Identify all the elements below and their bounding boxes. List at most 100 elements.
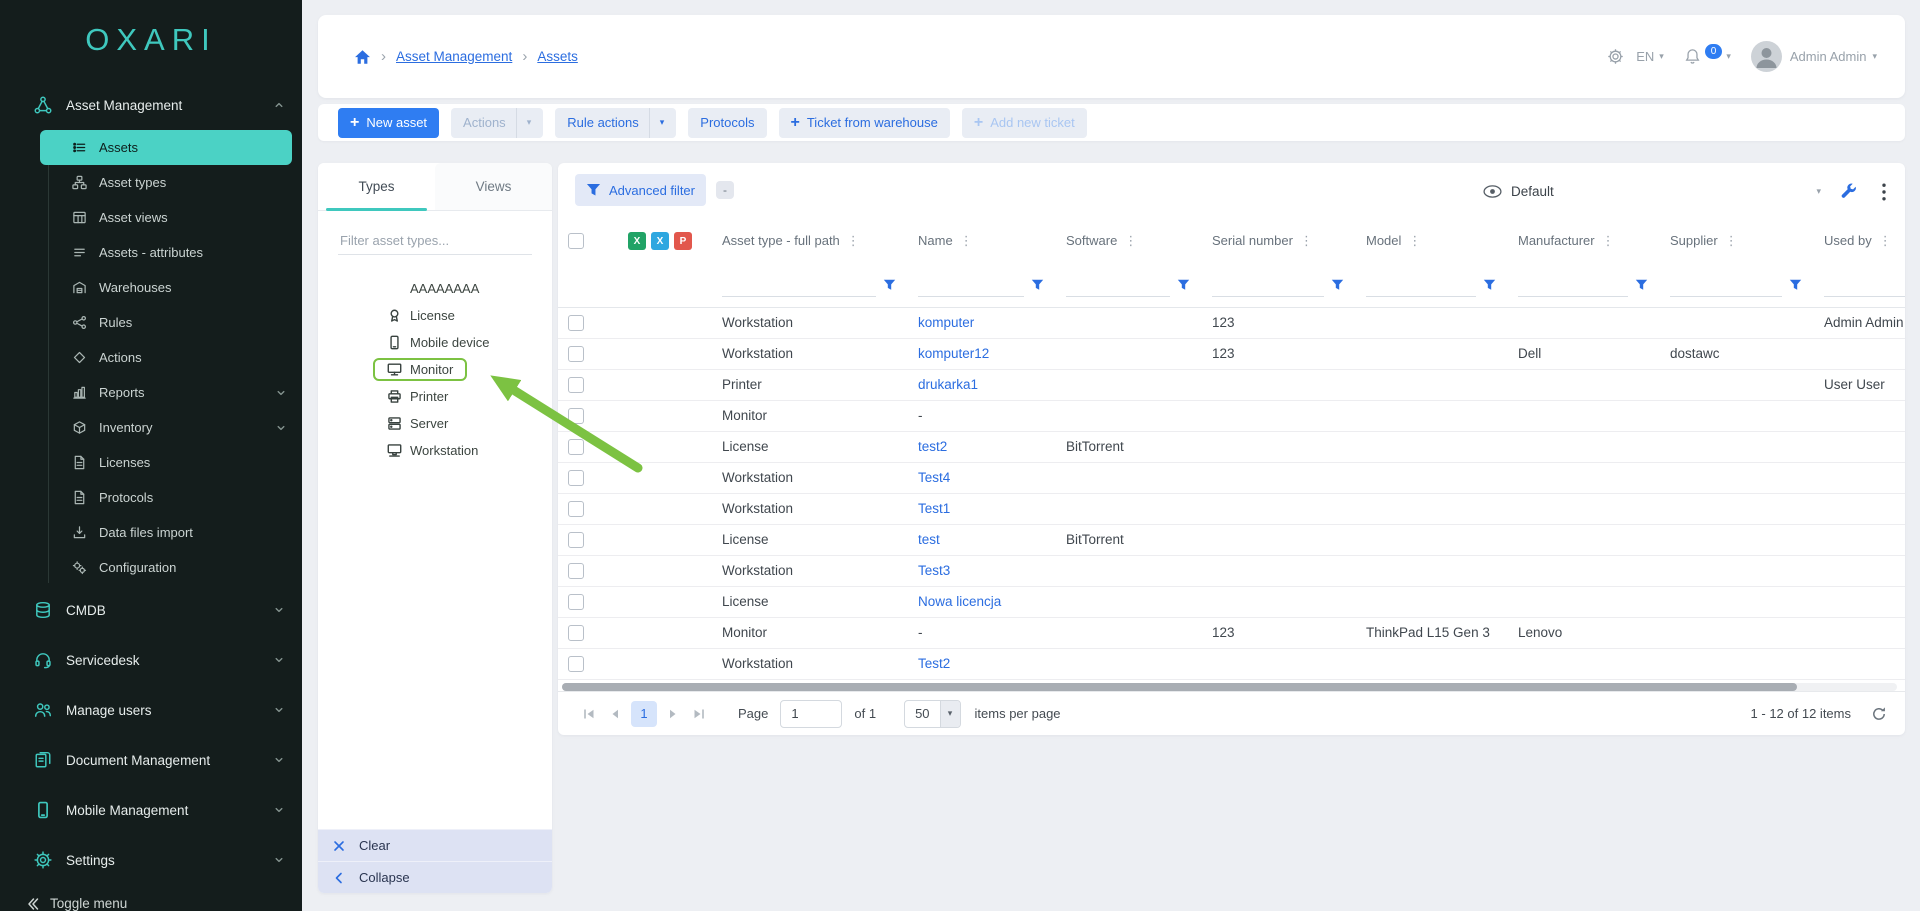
row-checkbox[interactable] [568, 501, 584, 517]
column-menu-icon[interactable]: ⋮ [960, 233, 973, 248]
protocols-button[interactable]: Protocols [688, 108, 766, 138]
refresh-icon[interactable] [1871, 706, 1887, 722]
tree-item-printer[interactable]: Printer [318, 383, 552, 410]
row-checkbox[interactable] [568, 532, 584, 548]
add-new-ticket-button[interactable]: +Add new ticket [962, 108, 1087, 138]
export-excel-icon[interactable]: X [628, 232, 646, 250]
export-pdf-icon[interactable]: P [674, 232, 692, 250]
filter-input-manufacturer[interactable] [1518, 273, 1628, 297]
asset-name-link[interactable]: Test3 [918, 563, 950, 578]
filter-funnel-icon[interactable] [1789, 279, 1802, 291]
asset-name-link[interactable]: Nowa licencja [918, 594, 1001, 609]
asset-name-link[interactable]: komputer12 [918, 346, 989, 361]
asset-name-link[interactable]: Test1 [918, 501, 950, 516]
asset-name-link[interactable]: test2 [918, 439, 947, 454]
actions-button[interactable]: Actions▾ [451, 108, 543, 138]
filter-input-asset-type-full-path[interactable] [722, 273, 876, 297]
column-menu-icon[interactable]: ⋮ [1602, 233, 1615, 248]
tree-item-monitor[interactable]: Monitor [318, 356, 552, 383]
row-checkbox[interactable] [568, 346, 584, 362]
language-selector[interactable]: EN ▾ [1636, 49, 1664, 64]
sidebar-item-licenses[interactable]: Licenses [40, 445, 292, 480]
sidebar-item-rules[interactable]: Rules [40, 305, 292, 340]
sidebar-item-assets[interactable]: Assets [40, 130, 292, 165]
sidebar-item-reports[interactable]: Reports [40, 375, 292, 410]
row-checkbox[interactable] [568, 656, 584, 672]
column-menu-icon[interactable]: ⋮ [847, 233, 860, 248]
row-checkbox[interactable] [568, 594, 584, 610]
sidebar-item-cmdb[interactable]: CMDB [0, 585, 302, 635]
column-menu-icon[interactable]: ⋮ [1300, 233, 1313, 248]
clear-button[interactable]: Clear [318, 829, 552, 861]
toggle-menu-button[interactable]: Toggle menu [0, 896, 302, 911]
row-checkbox[interactable] [568, 439, 584, 455]
sidebar-item-manage-users[interactable]: Manage users [0, 685, 302, 735]
sidebar-item-asset-management[interactable]: Asset Management [0, 80, 302, 130]
filter-funnel-icon[interactable] [883, 279, 896, 291]
asset-name-link[interactable]: komputer [918, 315, 974, 330]
filter-input-supplier[interactable] [1670, 273, 1782, 297]
sidebar-item-document-management[interactable]: Document Management [0, 735, 302, 785]
last-page-button[interactable] [686, 701, 712, 727]
sidebar-item-settings[interactable]: Settings [0, 835, 302, 885]
row-checkbox[interactable] [568, 377, 584, 393]
first-page-button[interactable] [576, 701, 602, 727]
tab-types[interactable]: Types [318, 163, 435, 210]
sidebar-item-servicedesk[interactable]: Servicedesk [0, 635, 302, 685]
row-checkbox[interactable] [568, 315, 584, 331]
row-checkbox[interactable] [568, 563, 584, 579]
grid-settings-button[interactable] [1834, 176, 1864, 206]
prev-page-button[interactable] [602, 701, 628, 727]
column-menu-icon[interactable]: ⋮ [1725, 233, 1738, 248]
sidebar-item-asset-views[interactable]: Asset views [40, 200, 292, 235]
sidebar-item-configuration[interactable]: Configuration [40, 550, 292, 585]
filter-input-name[interactable] [918, 273, 1024, 297]
page-size-select[interactable]: 50 ▾ [904, 700, 960, 728]
notifications-bell[interactable]: 0 ▾ [1684, 48, 1731, 65]
row-checkbox[interactable] [568, 470, 584, 486]
asset-name-link[interactable]: Test4 [918, 470, 950, 485]
ticket-from-warehouse-button[interactable]: +Ticket from warehouse [779, 108, 950, 138]
filter-funnel-icon[interactable] [1177, 279, 1190, 291]
filter-asset-types-input[interactable] [338, 227, 532, 255]
tree-item-license[interactable]: License [318, 302, 552, 329]
sidebar-item-asset-types[interactable]: Asset types [40, 165, 292, 200]
tree-item-workstation[interactable]: Workstation [318, 437, 552, 464]
sidebar-item-mobile-management[interactable]: Mobile Management [0, 785, 302, 835]
filter-funnel-icon[interactable] [1483, 279, 1496, 291]
filter-funnel-icon[interactable] [1635, 279, 1648, 291]
asset-name-link[interactable]: drukarka1 [918, 377, 978, 392]
filter-input-software[interactable] [1066, 273, 1170, 297]
sidebar-item-warehouses[interactable]: Warehouses [40, 270, 292, 305]
column-menu-icon[interactable]: ⋮ [1124, 233, 1137, 248]
asset-name-link[interactable]: Test2 [918, 656, 950, 671]
filter-funnel-icon[interactable] [1031, 279, 1044, 291]
column-menu-icon[interactable]: ⋮ [1408, 233, 1421, 248]
next-page-button[interactable] [660, 701, 686, 727]
more-options-icon[interactable] [1874, 182, 1894, 202]
home-icon[interactable] [354, 49, 371, 65]
breadcrumb-asset-management[interactable]: Asset Management [396, 49, 512, 64]
export-xlsx-icon[interactable]: X [651, 232, 669, 250]
page-number-input[interactable] [780, 700, 842, 728]
filter-input-serial-number[interactable] [1212, 273, 1324, 297]
sidebar-item-inventory[interactable]: Inventory [40, 410, 292, 445]
view-selector[interactable]: Default ▾ [1483, 176, 1821, 206]
sidebar-item-actions[interactable]: Actions [40, 340, 292, 375]
avatar[interactable] [1751, 41, 1782, 72]
collapse-button[interactable]: Collapse [318, 861, 552, 893]
filter-funnel-icon[interactable] [1331, 279, 1344, 291]
user-menu[interactable]: Admin Admin ▾ [1790, 49, 1877, 64]
tree-item-aaaaaaaa[interactable]: AAAAAAAA [318, 275, 552, 302]
rule-actions-button[interactable]: Rule actions▾ [555, 108, 676, 138]
advanced-filter-button[interactable]: Advanced filter [575, 174, 706, 206]
breadcrumb-assets[interactable]: Assets [537, 49, 578, 64]
row-checkbox[interactable] [568, 625, 584, 641]
tree-item-server[interactable]: Server [318, 410, 552, 437]
tree-item-mobile-device[interactable]: Mobile device [318, 329, 552, 356]
sidebar-item-data-files-import[interactable]: Data files import [40, 515, 292, 550]
select-all-checkbox[interactable] [568, 233, 584, 249]
column-menu-icon[interactable]: ⋮ [1879, 233, 1892, 248]
sidebar-item-protocols[interactable]: Protocols [40, 480, 292, 515]
tab-views[interactable]: Views [435, 163, 552, 210]
